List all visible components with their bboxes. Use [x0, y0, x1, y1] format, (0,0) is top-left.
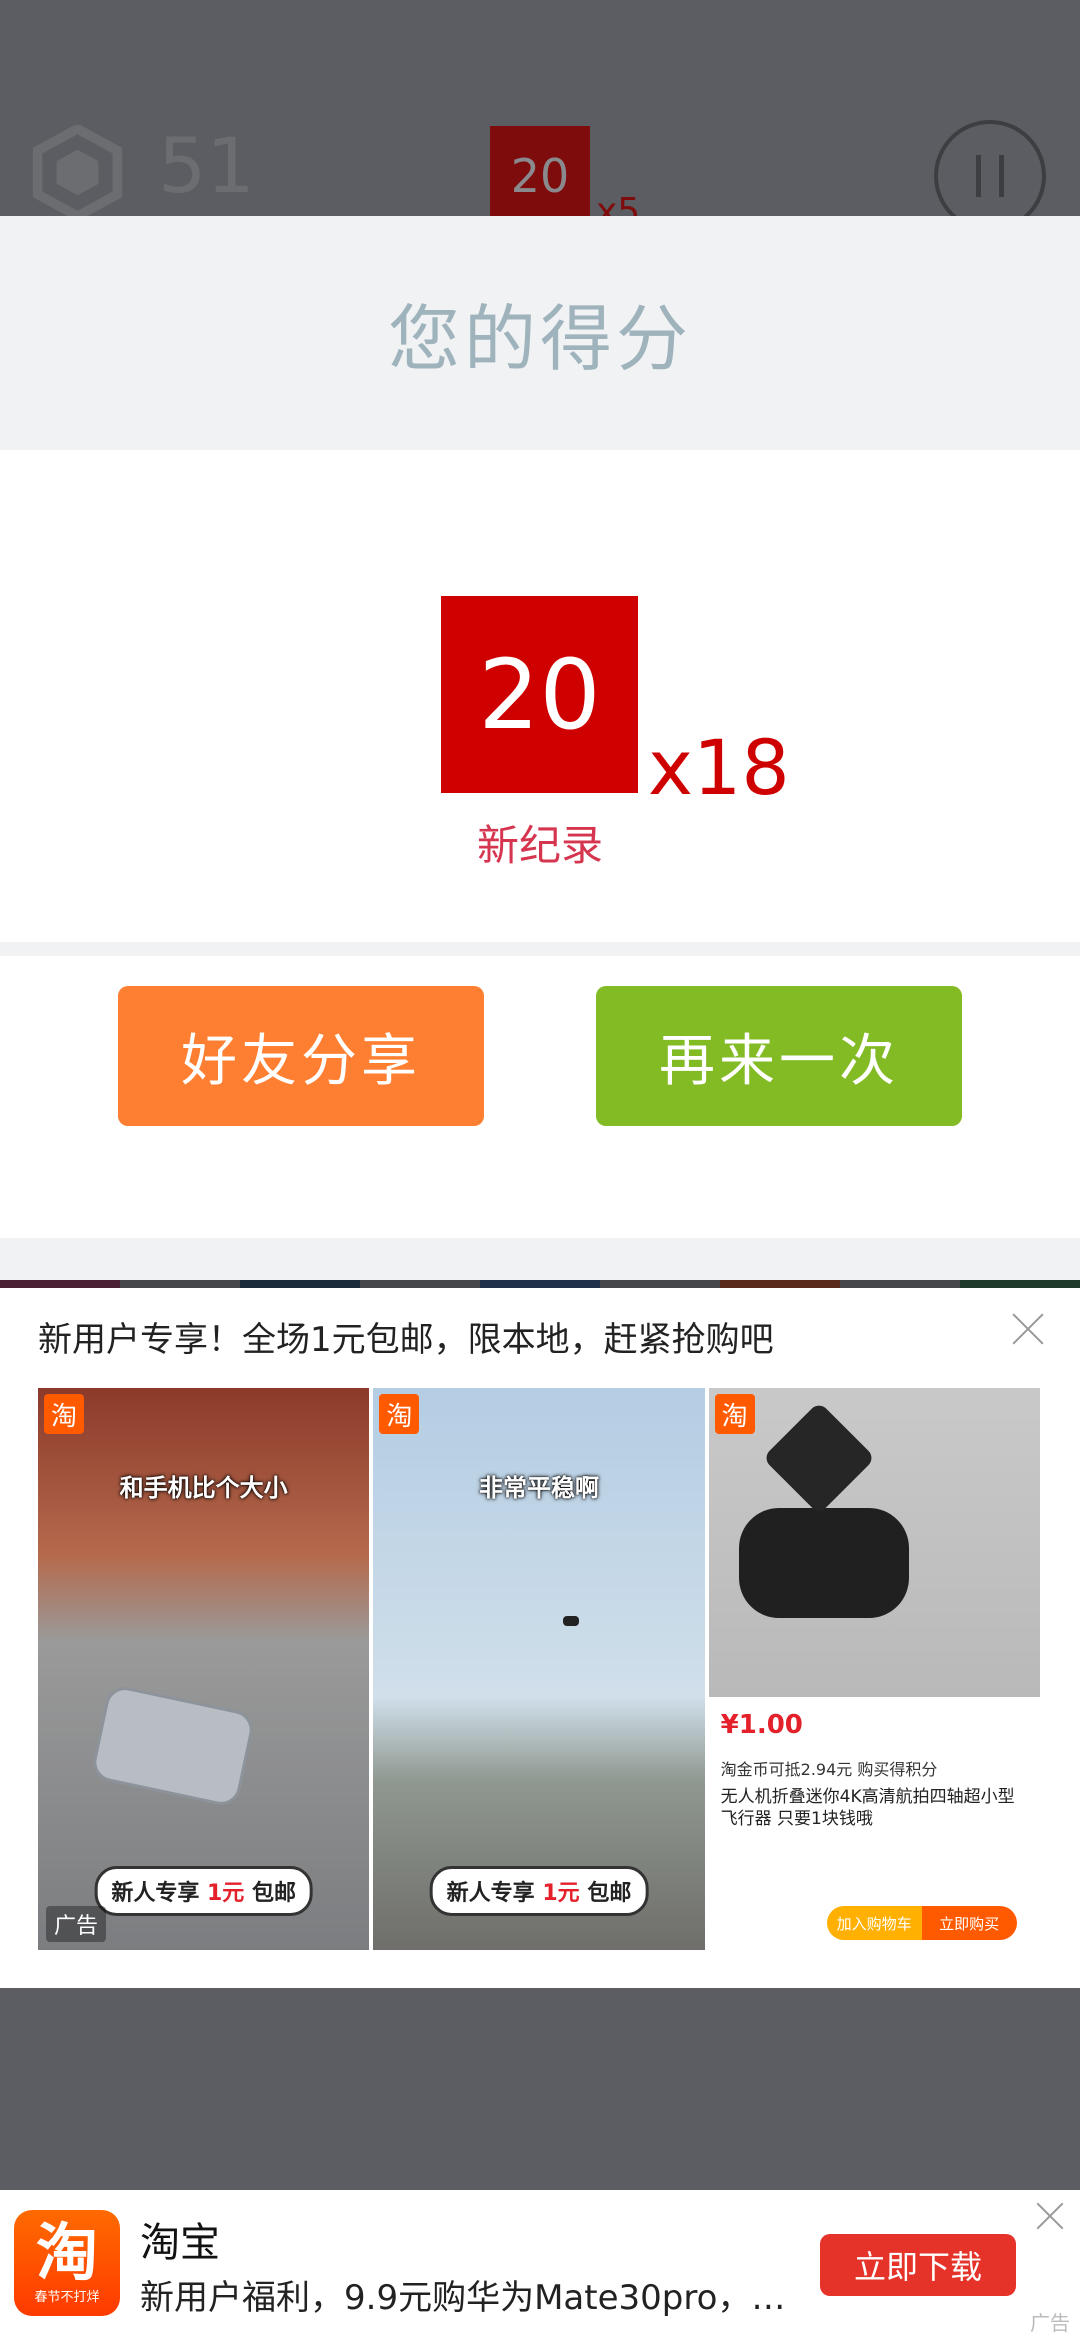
drone-case-image: [89, 1683, 257, 1809]
share-button[interactable]: 好友分享: [118, 986, 484, 1126]
close-icon[interactable]: [1011, 1312, 1045, 1346]
game-screen: 51 20 x5 您的得分 20 x18 新纪录 好友分享 再来一次 新用户专享…: [0, 0, 1080, 2340]
score-tile: 20: [441, 596, 638, 793]
image-caption: 和手机比个大小: [119, 1474, 288, 1502]
promo-pill: 新人专享 1元 包邮: [94, 1866, 313, 1916]
modal-title: 您的得分: [387, 296, 692, 381]
ad-images[interactable]: 淘 和手机比个大小 新人专享 1元 包邮 广告 淘 非常平稳啊 新人专享 1元 …: [38, 1388, 1040, 1950]
modal-title-bar: 您的得分: [0, 216, 1080, 448]
score-panel: 20 x18 新纪录: [0, 450, 1080, 942]
ad-image[interactable]: 淘 和手机比个大小 新人专享 1元 包邮 广告: [38, 1388, 370, 1950]
promo-suffix: 包邮: [587, 1881, 632, 1906]
game-header: 51 20 x5: [0, 0, 1080, 232]
ad-card[interactable]: 新用户专享！全场1元包邮，限本地，赶紧抢购吧 淘 和手机比个大小 新人专享 1元…: [0, 1288, 1080, 1988]
ad-image[interactable]: 淘 ¥1.00 淘金币可抵2.94元 购买得积分 无人机折叠迷你4K高清航拍四轴…: [708, 1388, 1040, 1950]
pause-icon: [999, 155, 1004, 197]
modal-actions: 好友分享 再来一次: [0, 956, 1080, 1238]
promo-prefix: 新人专享: [111, 1881, 200, 1906]
flying-drone-image: [563, 1616, 580, 1626]
bottom-banner-ad[interactable]: 淘 春节不打烊 淘宝 新用户福利，9.9元购华为Mate30pro，… 立即下载…: [0, 2190, 1080, 2340]
app-name: 淘宝: [140, 2220, 220, 2266]
add-to-cart-button[interactable]: 加入购物车: [826, 1906, 922, 1940]
product-price: ¥1.00: [720, 1710, 803, 1740]
mini-drone-image: [762, 1401, 876, 1515]
taobao-logo-icon: 淘 春节不打烊: [14, 2210, 120, 2316]
ad-label: 广告: [46, 1906, 107, 1942]
promo-suffix: 包邮: [251, 1881, 296, 1906]
buy-now-button[interactable]: 立即购买: [921, 1906, 1017, 1940]
promo-prefix: 新人专享: [446, 1881, 535, 1906]
product-title: 无人机折叠迷你4K高清航拍四轴超小型飞行器 只要1块钱哦: [720, 1787, 1015, 1830]
buy-bar: 加入购物车 立即购买: [826, 1906, 1017, 1940]
promo-price: 1元: [207, 1881, 245, 1906]
product-points: 淘金币可抵2.94元 购买得积分: [720, 1760, 938, 1779]
taobao-badge-icon: 淘: [379, 1394, 420, 1434]
download-button[interactable]: 立即下载: [820, 2234, 1016, 2296]
taobao-badge-icon: 淘: [44, 1394, 84, 1434]
current-tile: 20: [490, 126, 590, 226]
board-strip: [0, 1280, 1080, 1288]
promo-price: 1元: [542, 1881, 580, 1906]
logo-slogan: 春节不打烊: [34, 2289, 100, 2305]
score-modal: 您的得分 20 x18 新纪录 好友分享 再来一次: [0, 216, 1080, 1280]
close-icon[interactable]: [1036, 2202, 1064, 2230]
hexagon-coin-icon: [32, 125, 123, 220]
taobao-badge-icon: 淘: [714, 1394, 755, 1434]
retry-button[interactable]: 再来一次: [596, 986, 962, 1126]
new-record-label: 新纪录: [476, 821, 603, 870]
promo-pill: 新人专享 1元 包邮: [429, 1866, 649, 1916]
coin-count: 51: [158, 121, 255, 210]
ad-image[interactable]: 淘 非常平稳啊 新人专享 1元 包邮: [373, 1388, 705, 1950]
ad-title: 新用户专享！全场1元包邮，限本地，赶紧抢购吧: [38, 1320, 774, 1360]
image-caption: 非常平稳啊: [478, 1474, 599, 1502]
score-multiplier: x18: [648, 723, 790, 812]
logo-char: 淘: [35, 2215, 98, 2289]
app-description: 新用户福利，9.9元购华为Mate30pro，…: [140, 2278, 786, 2318]
controller-image: [738, 1508, 909, 1618]
pause-icon: [976, 155, 981, 197]
ad-label: 广告: [1030, 2311, 1070, 2335]
